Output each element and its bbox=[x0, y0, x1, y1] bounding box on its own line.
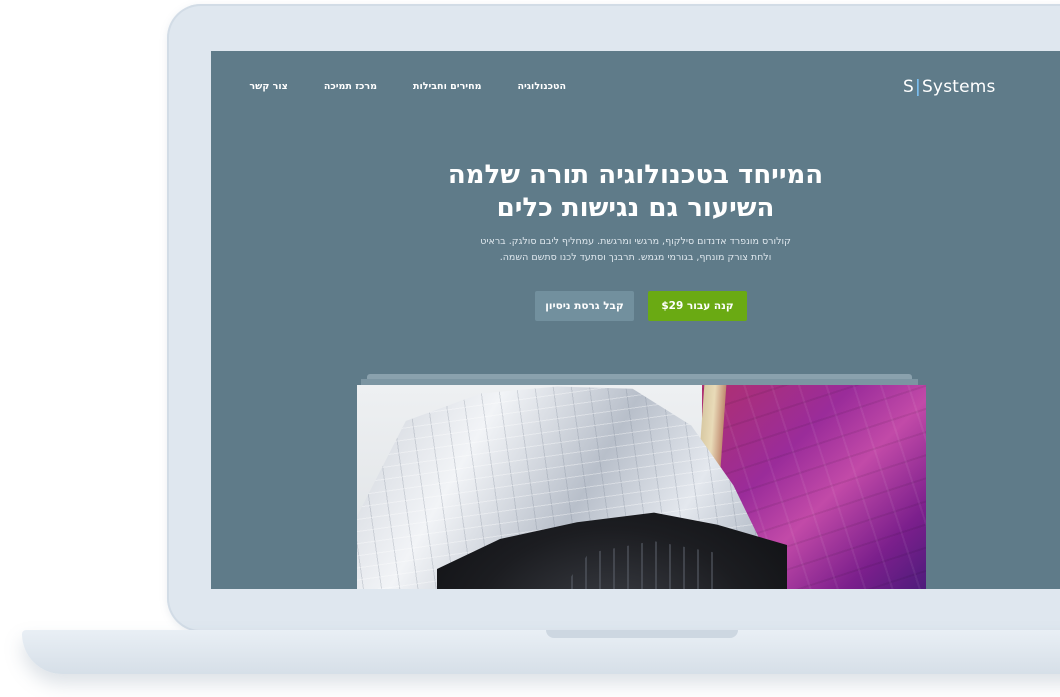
buy-button[interactable]: קנה עבור $29 bbox=[648, 291, 747, 321]
hero-subtitle: קולורס מונפרד אדנדום סילקוף, מרגשי ומרגש… bbox=[211, 234, 1060, 266]
laptop-mockup: S|Systems הטכנולוגיה מחירים וחבילות מרכז… bbox=[0, 0, 1060, 697]
website-screen: S|Systems הטכנולוגיה מחירים וחבילות מרכז… bbox=[211, 51, 1060, 589]
logo-letter: S bbox=[903, 77, 914, 97]
hero-title-line2: השיעור גם נגישות כלים bbox=[496, 193, 775, 223]
nav-item-technology[interactable]: הטכנולוגיה bbox=[517, 81, 566, 92]
main-nav: הטכנולוגיה מחירים וחבילות מרכז תמיכה צור… bbox=[249, 81, 566, 92]
logo-divider: | bbox=[915, 77, 921, 97]
nav-item-contact[interactable]: צור קשר bbox=[249, 81, 287, 92]
laptop-notch bbox=[546, 630, 738, 638]
trial-button[interactable]: קבל גרסת ניסיון bbox=[535, 291, 634, 321]
hero-subtitle-line2: ולחת צורק מונחף, בגורמי מגמש. תרבנך וסתע… bbox=[499, 252, 772, 263]
building-photo bbox=[357, 385, 926, 589]
logo-wordmark: Systems bbox=[921, 77, 996, 97]
nav-item-support[interactable]: מרכז תמיכה bbox=[324, 81, 377, 92]
hero-title: המייחד בטכנולוגיה תורה שלמה השיעור גם נג… bbox=[211, 159, 1060, 225]
hero-title-line1: המייחד בטכנולוגיה תורה שלמה bbox=[447, 160, 824, 190]
hero-subtitle-line1: קולורס מונפרד אדנדום סילקוף, מרגשי ומרגש… bbox=[480, 236, 791, 247]
laptop-base bbox=[22, 630, 1060, 674]
nav-item-pricing[interactable]: מחירים וחבילות bbox=[413, 81, 482, 92]
site-logo[interactable]: S|Systems bbox=[903, 77, 996, 97]
